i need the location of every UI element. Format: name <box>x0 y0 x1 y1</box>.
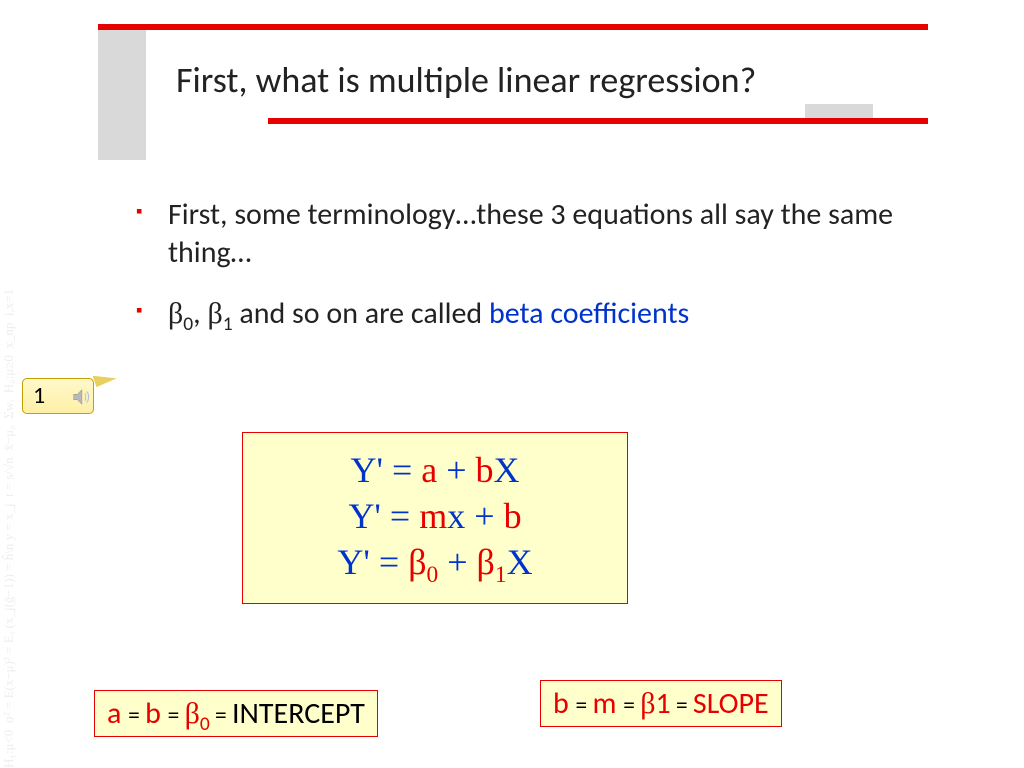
bullet2-rest: and so on are called <box>233 295 489 332</box>
rule-mid <box>268 118 928 124</box>
eq2-plus: + <box>465 496 503 536</box>
int-beta: β <box>185 697 200 730</box>
beta1-symbol: β <box>207 297 222 330</box>
int-b: b <box>145 695 168 732</box>
slope-eq3: = <box>671 692 693 720</box>
slope-eq1: = <box>576 692 593 720</box>
eq1-b: b <box>476 450 494 490</box>
int-eq3: = <box>210 702 232 730</box>
slope-m: m <box>593 685 624 722</box>
eq2-b: b <box>504 496 522 536</box>
slope-eq2: = <box>623 692 640 720</box>
eq3-x: X <box>507 542 533 582</box>
int-word: INTERCEPT <box>232 695 365 732</box>
intercept-box: a = b = β0 = INTERCEPT <box>94 690 378 737</box>
eq3-beta1: β <box>477 542 495 582</box>
bullet-1: First, some terminology…these 3 equation… <box>136 196 916 271</box>
eq-row-1: Y' = a + bX <box>261 449 609 491</box>
slide-title: First, what is multiple linear regressio… <box>176 58 756 102</box>
bullet-list: First, some terminology…these 3 equation… <box>136 196 916 357</box>
slope-beta: β <box>640 687 655 720</box>
eq3-sub0: 0 <box>427 562 439 588</box>
eq3-plus: + <box>438 542 476 582</box>
eq-row-3: Y' = β0 + β1X <box>261 541 609 583</box>
int-eq2: = <box>168 702 185 730</box>
speaker-icon <box>70 386 92 408</box>
eq2-m: m <box>419 496 447 536</box>
slide: First, what is multiple linear regressio… <box>0 0 1024 768</box>
slope-box: b = m = β1 = SLOPE <box>540 680 782 727</box>
int-sub0: 0 <box>200 712 210 736</box>
comma: , <box>193 295 207 332</box>
beta0-subscript: 0 <box>183 312 193 336</box>
gray-block-left <box>98 30 146 160</box>
int-a: a <box>107 695 128 732</box>
slope-b: b <box>553 685 576 722</box>
eq3-y: Y' = <box>337 542 408 582</box>
beta1-subscript: 1 <box>223 312 233 336</box>
eq3-beta0: β <box>408 542 426 582</box>
bullet2-term: beta coefficients <box>489 295 689 332</box>
equations-box: Y' = a + bX Y' = mx + b Y' = β0 + β1X <box>242 432 628 604</box>
eq1-plus: + <box>437 450 475 490</box>
eq1-a: a <box>421 450 437 490</box>
eq3-sub1: 1 <box>495 562 507 588</box>
eq2-x: x <box>447 496 465 536</box>
beta0-symbol: β <box>168 297 183 330</box>
eq1-y: Y' = <box>350 450 421 490</box>
slope-word: SLOPE <box>693 685 769 722</box>
rule-top <box>98 24 928 30</box>
bullet-2: β0, β1 and so on are called beta coeffic… <box>136 295 916 333</box>
slope-sub1: 1 <box>655 685 670 722</box>
eq2-y: Y' = <box>348 496 419 536</box>
int-eq1: = <box>128 702 145 730</box>
eq1-x: X <box>494 450 520 490</box>
callout-tail <box>93 369 118 387</box>
eq-row-2: Y' = mx + b <box>261 495 609 537</box>
